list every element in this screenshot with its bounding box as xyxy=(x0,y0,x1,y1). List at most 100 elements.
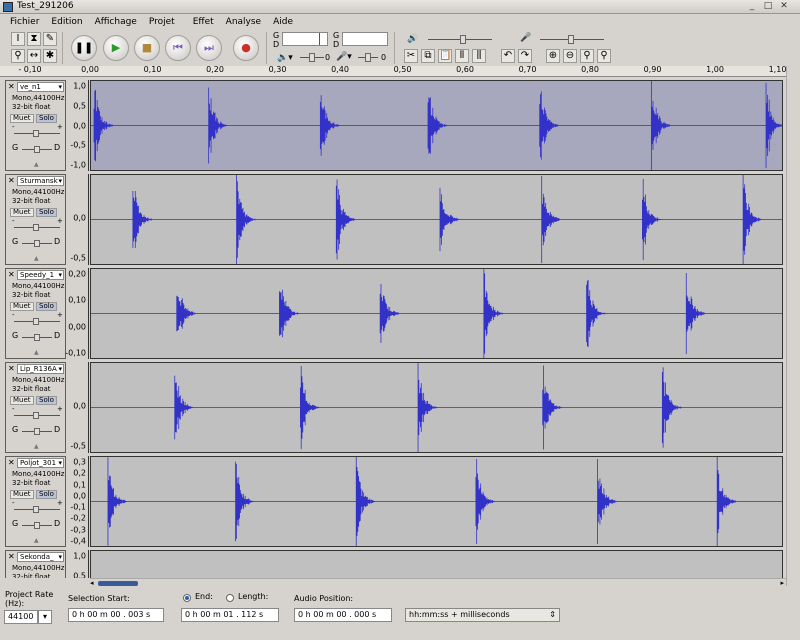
waveform-area[interactable] xyxy=(90,550,783,578)
undo-icon[interactable]: ↶ xyxy=(501,49,515,63)
collapse-track-icon[interactable]: ▲ xyxy=(34,349,39,356)
draw-tool-icon[interactable]: ✎ xyxy=(43,32,57,46)
menu-effet[interactable]: Effet xyxy=(193,17,214,27)
pan-slider-knob[interactable] xyxy=(34,240,40,247)
track-control-panel[interactable]: ✕ Sturmansk ▾ Mono,44100Hz 32-bit float M… xyxy=(5,174,66,265)
close-icon[interactable]: ✕ xyxy=(778,1,790,12)
track-close-icon[interactable]: ✕ xyxy=(8,459,16,467)
mute-button[interactable]: Muet xyxy=(10,396,34,405)
paste-icon[interactable]: 📋 xyxy=(438,49,452,63)
fit-selection-icon[interactable]: ⚲ xyxy=(580,49,594,63)
playback-volume-slider[interactable] xyxy=(420,33,500,45)
menu-analyse[interactable]: Analyse xyxy=(226,17,261,27)
gain-plus-icon: + xyxy=(57,311,63,319)
record-volume-slider[interactable] xyxy=(532,33,612,45)
track-control-panel[interactable]: ✕ ve_n1 ▾ Mono,44100Hz 32-bit float Muet … xyxy=(5,80,66,171)
project-rate-value[interactable]: 44100 xyxy=(4,610,38,624)
waveform-area[interactable] xyxy=(90,174,783,265)
solo-button[interactable]: Solo xyxy=(36,490,57,499)
track-close-icon[interactable]: ✕ xyxy=(8,83,16,91)
cut-icon[interactable]: ✂ xyxy=(404,49,418,63)
track-close-icon[interactable]: ✕ xyxy=(8,553,16,561)
pan-slider-knob[interactable] xyxy=(34,334,40,341)
gain-slider-knob[interactable] xyxy=(33,130,39,137)
stop-button[interactable]: ■ xyxy=(134,35,160,61)
gain-slider-knob[interactable] xyxy=(33,318,39,325)
selection-start-field[interactable]: 0 h 00 m 00 . 003 s xyxy=(68,608,164,622)
collapse-track-icon[interactable]: ▲ xyxy=(34,255,39,262)
menu-affichage[interactable]: Affichage xyxy=(95,17,137,27)
fit-project-icon[interactable]: ⚲ xyxy=(597,49,611,63)
silence-icon[interactable]: ⫼ xyxy=(472,49,486,63)
zoom-tool-icon[interactable]: ⚲ xyxy=(11,49,25,63)
trim-icon[interactable]: ⫴ xyxy=(455,49,469,63)
redo-icon[interactable]: ↷ xyxy=(518,49,532,63)
pause-button[interactable]: ❚❚ xyxy=(71,35,97,61)
record-button[interactable]: ● xyxy=(233,35,259,61)
envelope-tool-icon[interactable]: ⧗ xyxy=(27,32,41,46)
collapse-track-icon[interactable]: ▲ xyxy=(34,443,39,450)
solo-button[interactable]: Solo xyxy=(36,114,57,123)
track-control-panel[interactable]: ✕ Poljot_301 ▾ Mono,44100Hz 32-bit float … xyxy=(5,456,66,547)
length-radio[interactable] xyxy=(226,594,234,602)
multi-tool-icon[interactable]: ✱ xyxy=(43,49,57,63)
menu-aide[interactable]: Aide xyxy=(273,17,293,27)
track-name-dropdown[interactable]: Sekonda_ ▾ xyxy=(17,552,64,562)
pan-slider-knob[interactable] xyxy=(34,428,40,435)
audio-position-field[interactable]: 0 h 00 m 00 . 000 s xyxy=(294,608,392,622)
horizontal-scroll-thumb[interactable] xyxy=(98,581,138,586)
track-name-dropdown[interactable]: Lip_R136A ▾ xyxy=(17,364,64,374)
track-close-icon[interactable]: ✕ xyxy=(8,177,16,185)
project-rate-dropdown-icon[interactable]: ▾ xyxy=(38,610,52,624)
track-close-icon[interactable]: ✕ xyxy=(8,271,16,279)
gain-slider-knob[interactable] xyxy=(33,224,39,231)
selection-tool-icon[interactable]: I xyxy=(11,32,25,46)
gain-slider-knob[interactable] xyxy=(33,506,39,513)
timeshift-tool-icon[interactable]: ↔ xyxy=(27,49,41,63)
skip-end-button[interactable]: ⏭ xyxy=(196,35,222,61)
track-name-dropdown[interactable]: Speedy_1 ▾ xyxy=(17,270,64,280)
selection-end-field[interactable]: 0 h 00 m 01 . 112 s xyxy=(181,608,279,622)
skip-start-button[interactable]: ⏮ xyxy=(165,35,191,61)
zoom-in-icon[interactable]: ⊕ xyxy=(546,49,560,63)
horizontal-scrollbar[interactable]: ◂ ▸ xyxy=(90,578,786,587)
mute-button[interactable]: Muet xyxy=(10,208,34,217)
track-rate-info: Mono,44100Hz xyxy=(12,564,65,572)
solo-button[interactable]: Solo xyxy=(36,302,57,311)
solo-button[interactable]: Solo xyxy=(36,208,57,217)
copy-icon[interactable]: ⧉ xyxy=(421,49,435,63)
mute-button[interactable]: Muet xyxy=(10,114,34,123)
track-name-dropdown[interactable]: Sturmansk ▾ xyxy=(17,176,64,186)
scroll-left-icon[interactable]: ◂ xyxy=(90,579,94,587)
time-format-select[interactable]: hh:mm:ss + milliseconds ⇕ xyxy=(405,608,560,622)
collapse-track-icon[interactable]: ▲ xyxy=(34,537,39,544)
waveform-area[interactable] xyxy=(90,362,783,453)
track-control-panel[interactable]: ✕ Sekonda_▾ Mono,44100Hz 32-bit float Mu… xyxy=(5,550,66,578)
timeline-ruler[interactable]: - 0,10 0,00 0,10 0,20 0,30 0,40 0,50 0,60 0,70 0,… xyxy=(0,65,786,77)
gain-slider-knob[interactable] xyxy=(33,412,39,419)
pan-slider-knob[interactable] xyxy=(34,522,40,529)
track-name-dropdown[interactable]: ve_n1 ▾ xyxy=(17,82,64,92)
mute-button[interactable]: Muet xyxy=(10,302,34,311)
pan-slider-knob[interactable] xyxy=(34,146,40,153)
collapse-track-icon[interactable]: ▲ xyxy=(34,161,39,168)
track-control-panel[interactable]: ✕ Speedy_1 ▾ Mono,44100Hz 32-bit float Mu… xyxy=(5,268,66,359)
play-button[interactable]: ▶ xyxy=(103,35,129,61)
mute-button[interactable]: Muet xyxy=(10,490,34,499)
vertical-scrollbar[interactable] xyxy=(786,66,800,586)
waveform-area[interactable] xyxy=(90,268,783,359)
menu-fichier[interactable]: Fichier xyxy=(10,17,39,27)
solo-button[interactable]: Solo xyxy=(36,396,57,405)
maximize-icon[interactable]: □ xyxy=(762,1,774,12)
menu-edition[interactable]: Edition xyxy=(51,17,82,27)
minimize-icon[interactable]: _ xyxy=(746,1,758,12)
scroll-right-icon[interactable]: ▸ xyxy=(780,579,784,587)
track-control-panel[interactable]: ✕ Lip_R136A ▾ Mono,44100Hz 32-bit float M… xyxy=(5,362,66,453)
menu-projet[interactable]: Projet xyxy=(149,17,175,27)
track-name-dropdown[interactable]: Poljot_301 ▾ xyxy=(17,458,64,468)
waveform-area[interactable] xyxy=(90,456,783,547)
waveform-area[interactable] xyxy=(90,80,783,171)
end-radio[interactable] xyxy=(183,594,191,602)
track-close-icon[interactable]: ✕ xyxy=(8,365,16,373)
zoom-out-icon[interactable]: ⊖ xyxy=(563,49,577,63)
